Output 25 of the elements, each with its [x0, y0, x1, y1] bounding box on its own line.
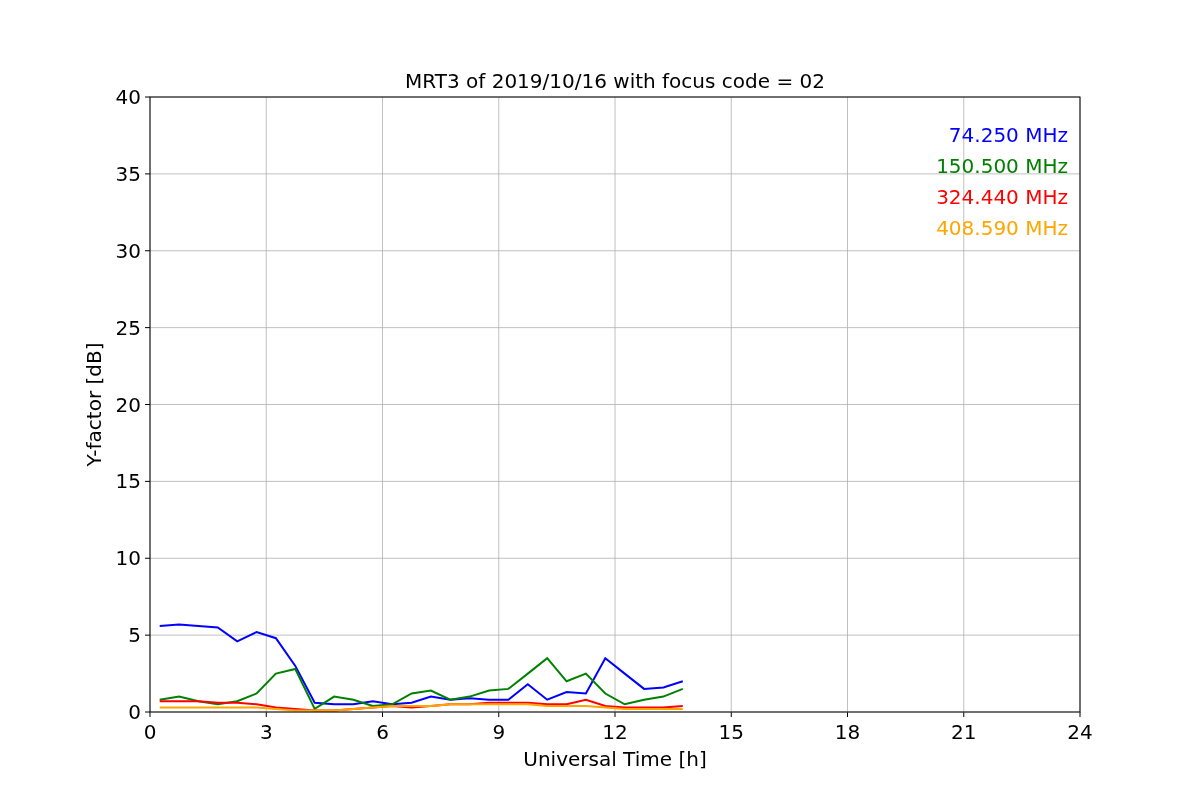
chart-title: MRT3 of 2019/10/16 with focus code = 02: [405, 69, 825, 93]
y-tick-label: 35: [115, 161, 141, 186]
y-tick-label: 25: [115, 315, 141, 340]
x-tick-label: 6: [376, 720, 389, 744]
x-tick-label: 24: [1067, 720, 1093, 744]
y-axis-label: Y-factor [dB]: [82, 342, 106, 467]
y-tick-label: 30: [115, 238, 141, 263]
y-tick-label: 0: [128, 700, 141, 724]
x-tick-label: 18: [834, 720, 861, 744]
y-tick-label: 15: [115, 469, 141, 494]
x-tick-label: 12: [602, 720, 628, 744]
x-tick-label: 15: [718, 720, 744, 744]
legend-entry: 74.250 MHz: [948, 123, 1068, 147]
legend-entry: 324.440 MHz: [936, 185, 1068, 209]
y-tick-label: 40: [115, 85, 141, 109]
x-tick-label: 0: [143, 720, 157, 744]
y-tick-label: 5: [128, 623, 141, 648]
x-axis-label: Universal Time [h]: [523, 747, 707, 771]
x-tick-label: 3: [259, 720, 273, 744]
y-tick-label: 20: [115, 392, 141, 417]
legend-entry: 408.590 MHz: [936, 216, 1068, 240]
x-tick-label: 9: [492, 720, 506, 744]
legend-entry: 150.500 MHz: [936, 154, 1068, 178]
y-tick-label: 10: [115, 546, 141, 571]
x-tick-label: 21: [951, 720, 977, 744]
